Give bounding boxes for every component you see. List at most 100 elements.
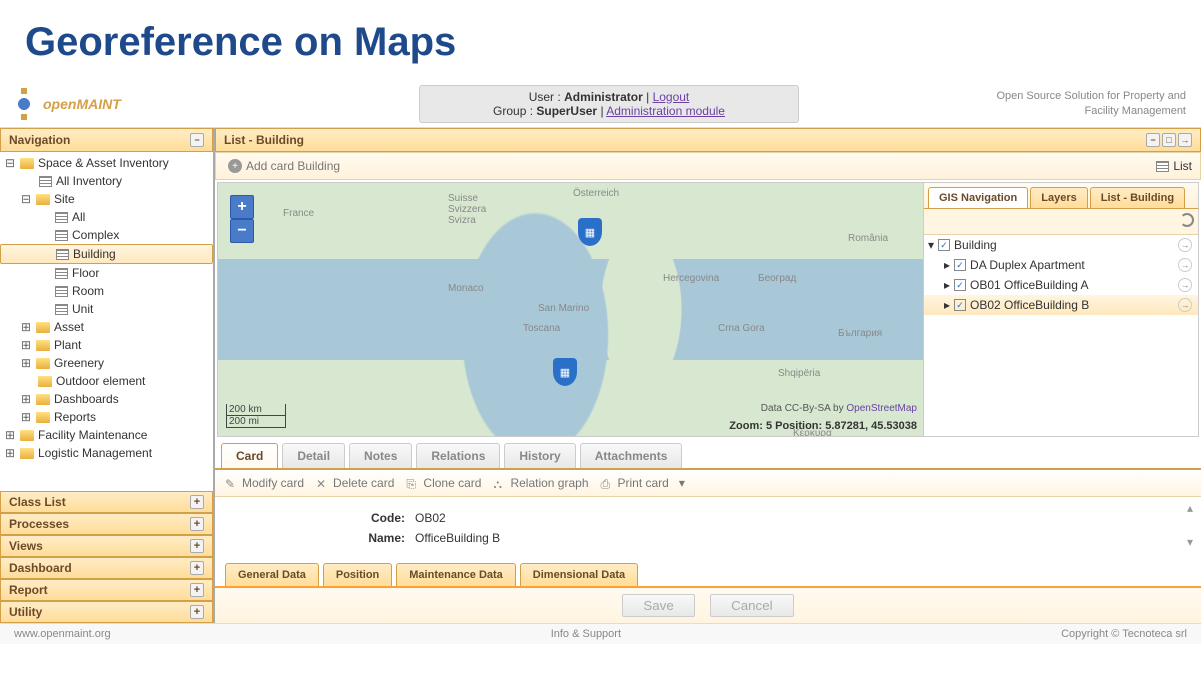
folder-icon [36,194,50,205]
footer-info[interactable]: Info & Support [551,628,621,640]
collapse-icon[interactable]: ▾ [928,238,934,252]
tree-node-reports[interactable]: ⊞ Reports [0,408,213,426]
admin-module-link[interactable]: Administration module [606,104,725,118]
modify-card-button[interactable]: Modify card [225,476,304,490]
tree-node-dashboards[interactable]: ⊞ Dashboards [0,390,213,408]
folder-icon [36,394,50,405]
expand-icon[interactable]: ▸ [944,298,950,312]
accordion-dashboard[interactable]: Dashboard+ [0,557,213,579]
checkbox-icon[interactable]: ✓ [954,259,966,271]
minimize-icon[interactable]: − [1146,133,1160,147]
add-card-button[interactable]: + Add card Building [224,157,344,175]
accordion-report[interactable]: Report+ [0,579,213,601]
grid-icon [39,176,52,187]
tab-detail[interactable]: Detail [282,443,345,468]
osm-link[interactable]: OpenStreetMap [846,403,917,414]
footer-url[interactable]: www.openmaint.org [14,628,111,640]
logout-link[interactable]: Logout [653,90,690,104]
map-label: България [838,328,882,339]
checkbox-icon[interactable]: ✓ [938,239,950,251]
tab-layers[interactable]: Layers [1030,187,1087,208]
goto-icon[interactable]: → [1178,298,1192,312]
subtab-maintenance[interactable]: Maintenance Data [396,563,516,586]
expand-right-icon[interactable]: → [1178,133,1192,147]
tab-notes[interactable]: Notes [349,443,412,468]
tree-node-logistic[interactable]: ⊞ Logistic Management [0,444,213,462]
tree-node-unit[interactable]: Unit [0,300,213,318]
plus-icon: + [190,605,204,619]
expand-icon[interactable]: ⊞ [20,356,32,370]
cancel-button[interactable]: Cancel [710,594,794,617]
scroll-indicator[interactable]: ▴ ▾ [1187,501,1193,549]
tree-node-site[interactable]: ⊟ Site [0,190,213,208]
gis-node-da[interactable]: ▸ ✓ DA Duplex Apartment → [924,255,1198,275]
zoom-in-button[interactable]: + [230,195,254,219]
tree-node-building[interactable]: Building [0,244,213,264]
accordion-views[interactable]: Views+ [0,535,213,557]
expand-icon[interactable]: ⊟ [4,156,16,170]
accordion-utility[interactable]: Utility+ [0,601,213,623]
save-button[interactable]: Save [622,594,694,617]
maximize-icon[interactable]: □ [1162,133,1176,147]
tree-node-inventory[interactable]: ⊟ Space & Asset Inventory [0,154,213,172]
gis-node-ob02[interactable]: ▸ ✓ OB02 OfficeBuilding B → [924,295,1198,315]
expand-icon[interactable]: ▸ [944,278,950,292]
tree-node-all-inventory[interactable]: All Inventory [0,172,213,190]
list-view-button[interactable]: List [1156,159,1192,173]
zoom-out-button[interactable]: − [230,219,254,243]
map-label: Hercegovina [663,273,719,284]
goto-icon[interactable]: → [1178,238,1192,252]
plus-icon: + [190,561,204,575]
subtab-position[interactable]: Position [323,563,392,586]
folder-icon [20,158,34,169]
tree-node-complex[interactable]: Complex [0,226,213,244]
page-title: Georeference on Maps [0,0,1201,80]
tab-history[interactable]: History [504,443,575,468]
tree-node-floor[interactable]: Floor [0,264,213,282]
expand-icon[interactable]: ⊞ [4,446,16,460]
expand-icon[interactable]: ⊟ [20,192,32,206]
map-marker[interactable] [553,358,577,386]
tab-attachments[interactable]: Attachments [580,443,683,468]
clone-card-button[interactable]: Clone card [406,476,481,490]
expand-icon[interactable]: ⊞ [20,338,32,352]
tree-node-room[interactable]: Room [0,282,213,300]
map-canvas[interactable]: + − France Monaco San Marino Toscana Her… [218,183,923,436]
relation-graph-button[interactable]: Relation graph [493,476,588,490]
navigation-title: Navigation [9,133,70,147]
tree-node-all[interactable]: All [0,208,213,226]
gis-panel: GIS Navigation Layers List - Building ▾ … [923,183,1198,436]
refresh-icon[interactable] [1180,213,1194,227]
subtab-general[interactable]: General Data [225,563,319,586]
checkbox-icon[interactable]: ✓ [954,299,966,311]
gis-node-ob01[interactable]: ▸ ✓ OB01 OfficeBuilding A → [924,275,1198,295]
folder-icon [36,412,50,423]
tab-relations[interactable]: Relations [416,443,500,468]
checkbox-icon[interactable]: ✓ [954,279,966,291]
top-bar: openMAINT User : Administrator | Logout … [0,80,1201,128]
goto-icon[interactable]: → [1178,258,1192,272]
tree-node-asset[interactable]: ⊞ Asset [0,318,213,336]
expand-icon[interactable]: ▸ [944,258,950,272]
plus-icon: + [190,539,204,553]
gis-node-building[interactable]: ▾ ✓ Building → [924,235,1198,255]
tree-node-outdoor[interactable]: Outdoor element [0,372,213,390]
tab-gis-navigation[interactable]: GIS Navigation [928,187,1028,208]
tab-card[interactable]: Card [221,443,278,468]
goto-icon[interactable]: → [1178,278,1192,292]
expand-icon[interactable]: ⊞ [20,392,32,406]
expand-icon[interactable]: ⊞ [4,428,16,442]
print-card-button[interactable]: Print card▾ [601,476,685,490]
tree-node-greenery[interactable]: ⊞ Greenery [0,354,213,372]
accordion-class-list[interactable]: Class List+ [0,491,213,513]
map-marker[interactable] [578,218,602,246]
subtab-dimensional[interactable]: Dimensional Data [520,563,638,586]
expand-icon[interactable]: ⊞ [20,410,32,424]
expand-icon[interactable]: ⊞ [20,320,32,334]
tree-node-facility[interactable]: ⊞ Facility Maintenance [0,426,213,444]
collapse-left-icon[interactable]: − [190,133,204,147]
accordion-processes[interactable]: Processes+ [0,513,213,535]
delete-card-button[interactable]: Delete card [316,476,394,490]
tab-list-building[interactable]: List - Building [1090,187,1185,208]
tree-node-plant[interactable]: ⊞ Plant [0,336,213,354]
